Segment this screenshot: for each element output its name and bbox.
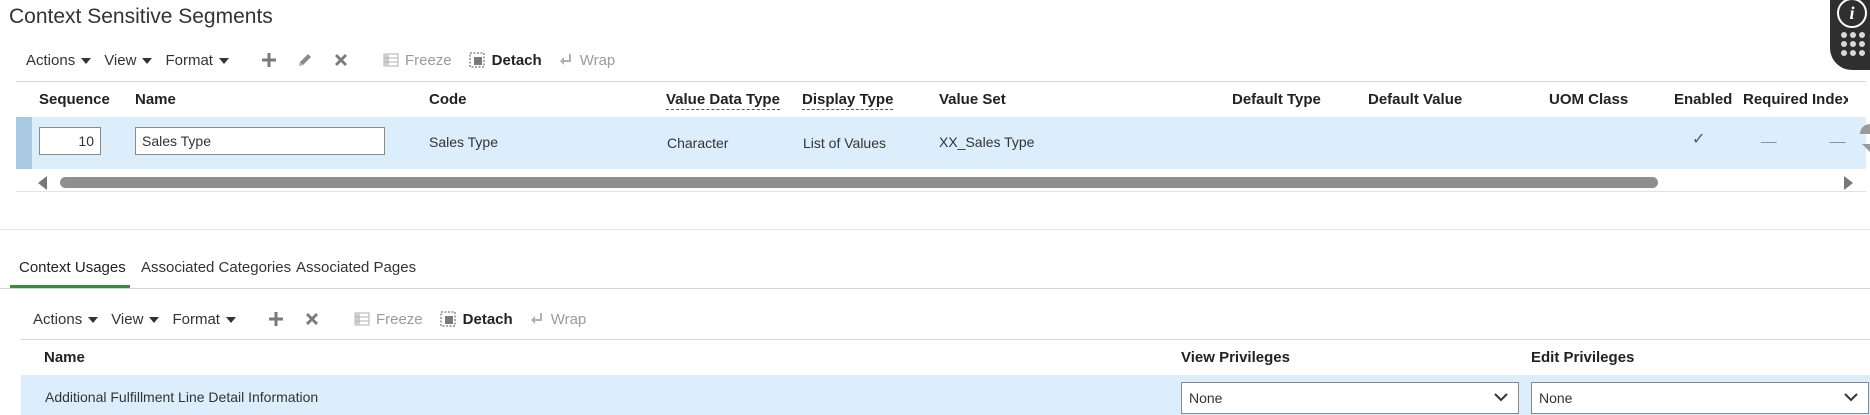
delete-x-icon[interactable]: [330, 49, 352, 71]
apps-grid-icon[interactable]: [1841, 32, 1865, 56]
row-selector[interactable]: [16, 117, 32, 169]
value-data-type-cell: Character: [667, 135, 729, 151]
caret-down-icon: [81, 58, 92, 64]
col-sequence[interactable]: Sequence: [39, 91, 110, 108]
edit-pencil-icon[interactable]: [294, 49, 316, 71]
delete-x-icon[interactable]: [301, 308, 323, 330]
table-header: Sequence Name Code Value Data Type Displ…: [16, 81, 1866, 118]
caret-down-icon: [225, 317, 236, 323]
name-input[interactable]: [135, 127, 385, 155]
active-tab-indicator: [10, 285, 130, 288]
section-divider: [0, 229, 1870, 230]
col-code[interactable]: Code: [429, 91, 467, 108]
col-indexed[interactable]: Indexed: [1812, 91, 1848, 108]
detail-tabs: Context Usages Associated Categories Ass…: [0, 248, 1870, 289]
col-view-privileges[interactable]: View Privileges: [1181, 349, 1290, 366]
col-edit-privileges[interactable]: Edit Privileges: [1531, 349, 1634, 366]
freeze-button[interactable]: Freeze: [354, 311, 423, 328]
table-header: Name View Privileges Edit Privileges: [21, 339, 1870, 376]
col-name[interactable]: Name: [135, 91, 176, 108]
view-menu[interactable]: View: [104, 52, 153, 69]
view-privileges-select[interactable]: None: [1181, 382, 1519, 414]
scroll-right-icon[interactable]: [1844, 176, 1853, 190]
help-badge[interactable]: i: [1830, 0, 1870, 70]
freeze-icon: [354, 312, 370, 326]
code-cell: Sales Type: [429, 134, 499, 150]
required-empty-mark: __: [1761, 127, 1777, 143]
wrap-button[interactable]: Wrap: [529, 311, 586, 328]
actions-menu[interactable]: Actions: [33, 311, 99, 328]
chevron-down-icon: [1494, 393, 1508, 402]
detach-button[interactable]: Detach: [468, 51, 542, 69]
view-menu[interactable]: View: [111, 311, 160, 328]
usage-name-cell: Additional Fulfillment Line Detail Infor…: [45, 389, 319, 405]
scroll-left-icon[interactable]: [38, 176, 47, 190]
freeze-icon: [383, 53, 399, 67]
format-menu[interactable]: Format: [172, 311, 236, 328]
tab-associated-categories[interactable]: Associated Categories: [141, 259, 291, 276]
edit-privileges-select[interactable]: None: [1531, 382, 1869, 414]
add-icon[interactable]: [258, 49, 280, 71]
info-icon[interactable]: i: [1837, 0, 1867, 28]
indexed-empty-mark: __: [1830, 127, 1846, 143]
col-name[interactable]: Name: [44, 349, 85, 366]
col-required[interactable]: Required: [1743, 91, 1808, 108]
format-menu[interactable]: Format: [165, 52, 229, 69]
caret-down-icon: [218, 58, 229, 64]
detach-icon: [469, 52, 485, 68]
wrap-icon: [559, 54, 571, 65]
col-uom-class[interactable]: UOM Class: [1549, 91, 1628, 108]
tab-context-usages[interactable]: Context Usages: [19, 259, 126, 276]
col-display-type[interactable]: Display Type: [802, 91, 894, 110]
col-indexed-clip: Indexed: [1812, 82, 1848, 117]
caret-down-icon: [88, 317, 99, 323]
page-title: Context Sensitive Segments: [9, 5, 273, 28]
horizontal-scrollbar[interactable]: [16, 171, 1866, 192]
table-row[interactable]: Additional Fulfillment Line Detail Infor…: [21, 375, 1870, 415]
enabled-check-icon: ✓: [1692, 131, 1706, 148]
chevron-down-icon: [1844, 393, 1858, 402]
vertical-scroll-arrows-icon[interactable]: [1858, 122, 1870, 162]
col-value-data-type[interactable]: Value Data Type: [666, 91, 780, 110]
table-row[interactable]: Sales Type Character List of Values XX_S…: [16, 117, 1866, 169]
value-set-cell: XX_Sales Type: [939, 134, 1035, 150]
freeze-button[interactable]: Freeze: [383, 52, 452, 69]
caret-down-icon: [142, 58, 153, 64]
col-default-value[interactable]: Default Value: [1368, 91, 1462, 108]
usages-toolbar: Actions View Format Freeze Detach Wrap: [33, 304, 586, 334]
sequence-input[interactable]: [39, 127, 101, 155]
segments-toolbar: Actions View Format Freeze Detach Wrap: [26, 45, 615, 75]
add-icon[interactable]: [265, 308, 287, 330]
wrap-button[interactable]: Wrap: [558, 52, 615, 69]
caret-down-icon: [149, 317, 160, 323]
detach-button[interactable]: Detach: [439, 310, 513, 328]
tab-associated-pages[interactable]: Associated Pages: [296, 259, 416, 276]
col-enabled[interactable]: Enabled: [1674, 91, 1732, 108]
actions-menu[interactable]: Actions: [26, 52, 92, 69]
wrap-icon: [530, 313, 542, 324]
col-default-type[interactable]: Default Type: [1232, 91, 1321, 108]
col-value-set[interactable]: Value Set: [939, 91, 1006, 108]
display-type-cell: List of Values: [803, 135, 887, 151]
detach-icon: [440, 311, 456, 327]
scrollbar-thumb[interactable]: [60, 177, 1658, 188]
